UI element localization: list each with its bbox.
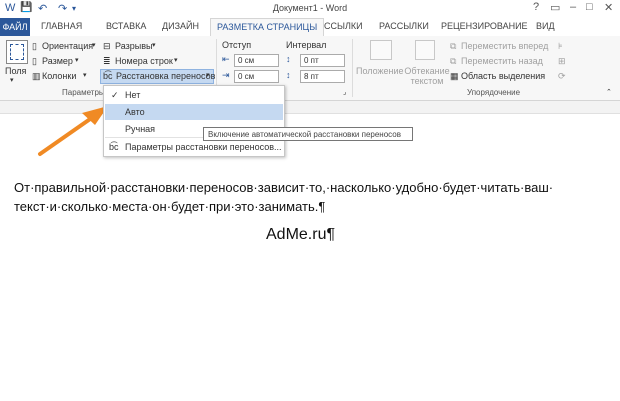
hyphenation-options-icon: b͡c (109, 142, 119, 152)
menu-item-none[interactable]: ✓ Нет (105, 87, 283, 103)
menu-item-none-label: Нет (125, 90, 141, 100)
menu-item-auto[interactable]: Авто (105, 104, 283, 120)
menu-item-auto-label: Авто (125, 107, 145, 117)
pointer-arrow-graphic (38, 106, 108, 156)
hyphenation-menu: ✓ Нет Авто Ручная b͡c Параметры расстано… (103, 85, 285, 157)
arrow-shaft (38, 115, 95, 156)
tooltip: Включение автоматической расстановки пер… (203, 127, 413, 141)
menu-item-manual-label: Ручная (125, 124, 156, 134)
checkmark-icon: ✓ (111, 90, 119, 100)
